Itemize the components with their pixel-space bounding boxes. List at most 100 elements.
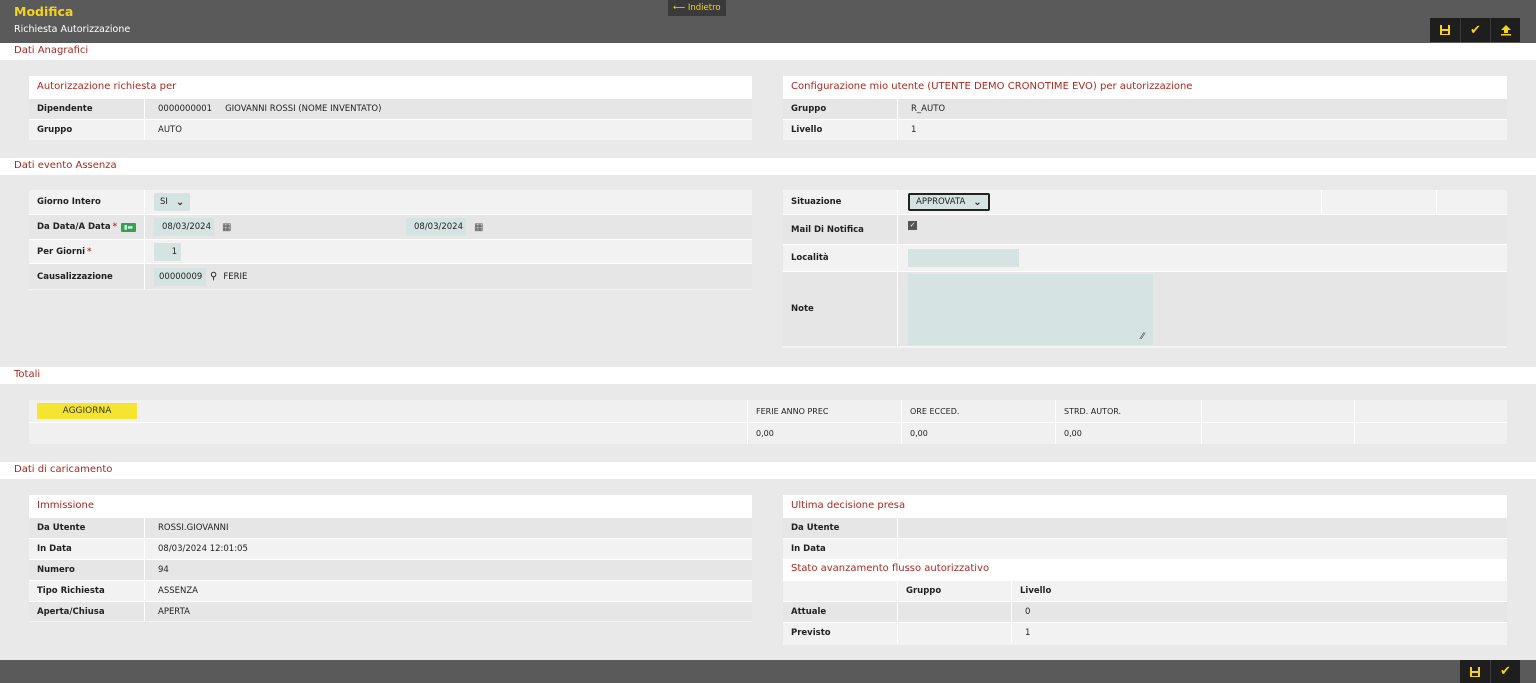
check-icon[interactable]: ✔: [1490, 660, 1520, 683]
note-row: Note ⁄⁄: [783, 271, 1507, 346]
page-subtitle: Richiesta Autorizzazione: [14, 24, 131, 35]
immissione-value: ROSSI.GIOVANNI: [158, 523, 229, 533]
evento-right-panel: Situazione APPROVATA ⌄ Mail Di Notifica ✓…: [783, 190, 1507, 348]
decisione-utente-value: [898, 518, 911, 538]
immissione-label: In Data: [29, 539, 145, 559]
data-to-input[interactable]: 08/03/2024: [406, 218, 466, 236]
upload-icon[interactable]: [1490, 18, 1520, 42]
gruppo-row: Gruppo AUTO: [29, 119, 752, 140]
section-totali: Totali: [0, 367, 1536, 384]
note-textarea[interactable]: [908, 274, 1153, 345]
data-from-input[interactable]: 08/03/2024: [154, 218, 214, 236]
section-title: Dati evento Assenza: [14, 160, 117, 171]
immissione-value: 08/03/2024 12:01:05: [158, 544, 248, 554]
panel-title: Ultima decisione presa: [783, 495, 1507, 517]
giorno-intero-select[interactable]: SI ⌄: [154, 193, 191, 211]
immissione-label: Aperta/Chiusa: [29, 602, 145, 621]
evento-left-panel: Giorno Intero SI ⌄ Da Data/A Data * ▮▬ 08/0…: [29, 190, 752, 290]
attuale-gruppo: [898, 602, 1012, 622]
causale-desc: FERIE: [223, 271, 248, 282]
empty-cell: [783, 581, 898, 601]
localita-label: Località: [783, 245, 898, 271]
flusso-attuale-row: Attuale 0: [783, 601, 1507, 622]
data-row: Da Data/A Data * ▮▬ 08/03/2024 ▦ 08/03/2024…: [29, 214, 752, 239]
config-gruppo-value: R_AUTO: [911, 104, 946, 114]
attuale-label: Attuale: [783, 602, 898, 622]
totali-value: 0,00: [747, 423, 901, 444]
configurazione-panel: Configurazione mio utente (UTENTE DEMO C…: [783, 76, 1507, 140]
per-giorni-input[interactable]: 1: [154, 242, 181, 261]
top-bar: Modifica Richiesta Autorizzazione ⟵ Indi…: [0, 0, 1536, 43]
immissione-value: 94: [158, 565, 169, 575]
localita-input[interactable]: [908, 249, 1019, 267]
empty-cell: [1354, 423, 1507, 444]
previsto-livello: 1: [1025, 628, 1031, 638]
immissione-value: APERTA: [158, 606, 190, 617]
search-icon[interactable]: ⚲: [210, 271, 217, 282]
decisione-data-label: In Data: [783, 539, 898, 559]
per-giorni-label: Per Giorni: [37, 246, 86, 257]
calendar-icon[interactable]: ▦: [222, 222, 231, 233]
section-title: Dati di caricamento: [14, 464, 113, 475]
calendar-icon[interactable]: ▦: [474, 222, 483, 233]
immissione-label: Numero: [29, 560, 145, 580]
resize-handle-icon[interactable]: ⁄⁄: [1141, 332, 1144, 342]
aggiorna-button[interactable]: AGGIORNA: [37, 403, 137, 419]
config-gruppo-row: Gruppo R_AUTO: [783, 98, 1507, 119]
totali-value: 0,00: [1055, 423, 1201, 444]
previsto-label: Previsto: [783, 623, 898, 643]
immissione-row: Da Utente ROSSI.GIOVANNI: [29, 517, 752, 538]
dipendente-name: GIOVANNI ROSSI (NOME INVENTATO): [225, 104, 382, 114]
localita-row: Località: [783, 244, 1507, 271]
bottom-bar: ✔: [0, 660, 1536, 683]
totali-value: 0,00: [901, 423, 1055, 444]
totali-header: ORE ECCED.: [901, 400, 1055, 422]
decisione-data-value: [898, 539, 911, 559]
note-label: Note: [783, 272, 898, 346]
giorno-intero-label: Giorno Intero: [29, 190, 145, 214]
col-gruppo: Gruppo: [898, 581, 1012, 601]
page-title: Modifica: [14, 4, 74, 19]
section-dati-caricamento: Dati di caricamento: [0, 462, 1536, 479]
back-button[interactable]: ⟵ Indietro: [668, 0, 726, 16]
gruppo-label: Gruppo: [29, 120, 145, 140]
previsto-gruppo: [898, 623, 1012, 643]
situazione-row: Situazione APPROVATA ⌄: [783, 190, 1507, 214]
data-label-cell: Da Data/A Data * ▮▬: [29, 215, 145, 239]
per-giorni-label-cell: Per Giorni *: [29, 240, 145, 263]
situazione-value: APPROVATA: [916, 197, 966, 207]
attuale-livello: 0: [1025, 607, 1031, 617]
footer-icons: ✔: [1460, 660, 1520, 683]
flusso-header-row: Gruppo Livello: [783, 580, 1507, 601]
causale-input[interactable]: 00000009: [154, 267, 206, 286]
save-icon[interactable]: [1460, 660, 1490, 683]
panel-title: Autorizzazione richiesta per: [29, 76, 752, 98]
dipendente-label: Dipendente: [29, 99, 145, 119]
panel-title: Configurazione mio utente (UTENTE DEMO C…: [783, 76, 1507, 98]
required-mark: *: [87, 246, 92, 257]
immissione-row: In Data 08/03/2024 12:01:05: [29, 538, 752, 559]
mail-row: Mail Di Notifica ✓: [783, 214, 1507, 244]
gruppo-value: AUTO: [158, 125, 182, 135]
required-mark: *: [112, 222, 118, 232]
toolbar-icons: ✔: [1430, 18, 1520, 42]
mail-checkbox[interactable]: ✓: [908, 221, 917, 230]
data-label: Da Data/A Data: [37, 222, 111, 232]
section-title: Totali: [14, 369, 41, 380]
immissione-label: Tipo Richiesta: [29, 581, 145, 601]
check-icon[interactable]: ✔: [1460, 18, 1490, 42]
decisione-utente-label: Da Utente: [783, 518, 898, 538]
config-gruppo-label: Gruppo: [783, 99, 898, 119]
panel-title: Immissione: [29, 495, 752, 517]
empty-cell: [1322, 190, 1437, 214]
totali-header: FERIE ANNO PREC: [747, 400, 901, 422]
mail-label: Mail Di Notifica: [783, 215, 898, 244]
situazione-select[interactable]: APPROVATA ⌄: [908, 193, 990, 211]
immissione-row: Tipo Richiesta ASSENZA: [29, 580, 752, 601]
totali-grid: AGGIORNA FERIE ANNO PREC ORE ECCED. STRD…: [29, 400, 1507, 444]
causale-label: Causalizzazione: [29, 264, 145, 289]
config-livello-label: Livello: [783, 120, 898, 140]
causale-row: Causalizzazione 00000009 ⚲ FERIE: [29, 263, 752, 289]
flusso-previsto-row: Previsto 1: [783, 622, 1507, 643]
save-icon[interactable]: [1430, 18, 1460, 42]
